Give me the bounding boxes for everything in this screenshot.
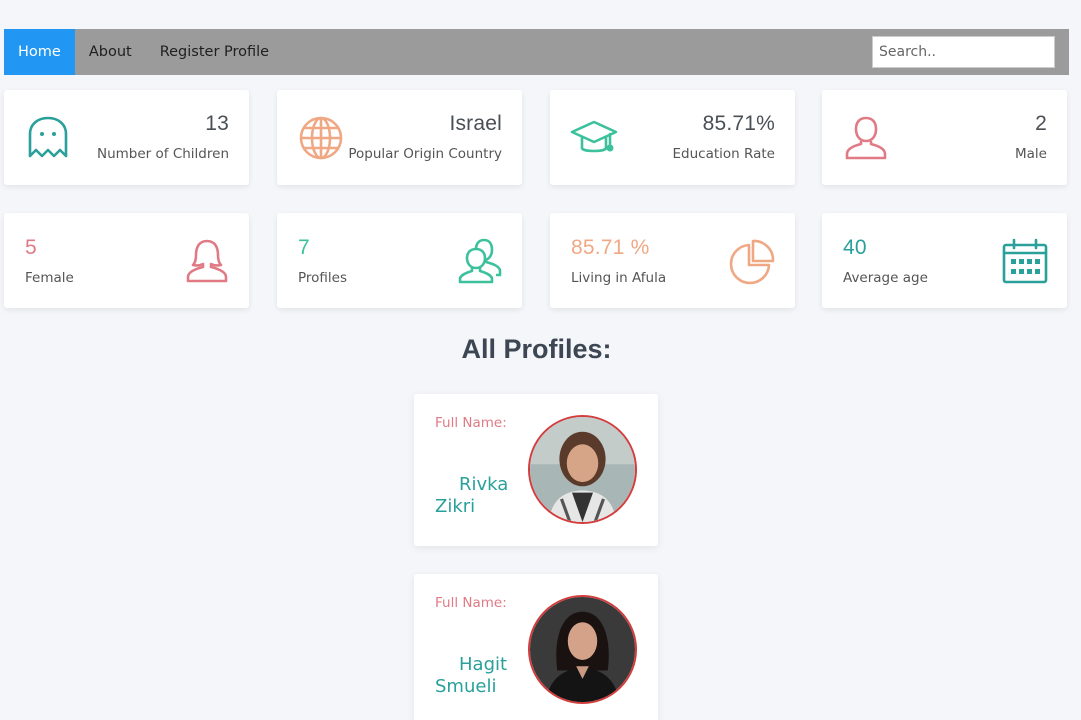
nav-home-link[interactable]: Home [4, 29, 75, 75]
stat-label: Male [1015, 146, 1047, 162]
stat-label: Profiles [298, 270, 348, 286]
stat-value: 85.71% [702, 112, 775, 135]
stat-value: Israel [449, 112, 502, 135]
stat-value: 13 [205, 112, 229, 135]
stat-label: Average age [843, 270, 928, 286]
stat-value: 2 [1035, 112, 1047, 135]
stat-label: Education Rate [672, 146, 775, 162]
full-name-label: Full Name: [435, 415, 507, 431]
profile-card[interactable]: Full Name: Rivka Zikri [414, 394, 658, 546]
profile-card[interactable]: Full Name: Hagit Smueli [414, 574, 658, 720]
stat-value: 85.71 % [571, 236, 650, 259]
graduation-cap-icon [570, 120, 618, 153]
avatar-photo [530, 417, 635, 522]
avatar [528, 415, 637, 524]
stat-value: 5 [25, 236, 37, 259]
stat-card-origin-country: Israel Popular Origin Country [277, 90, 522, 185]
stat-card-male: 2 Male [822, 90, 1067, 185]
users-icon [458, 238, 502, 284]
ghost-icon [28, 116, 68, 158]
calendar-icon [1002, 238, 1048, 284]
stat-label: Female [25, 270, 74, 286]
stat-value: 40 [843, 236, 867, 259]
profile-name: Rivka Zikri [435, 474, 509, 517]
search-input[interactable] [872, 36, 1055, 68]
user-icon [845, 116, 887, 160]
stat-card-children: 13 Number of Children [4, 90, 249, 185]
all-profiles-heading: All Profiles: [461, 334, 612, 364]
stat-card-female: 5 Female [4, 213, 249, 308]
nav-register-profile-link[interactable]: Register Profile [146, 29, 283, 75]
top-navbar: Home About Register Profile [4, 29, 1069, 75]
nav-about-link[interactable]: About [75, 29, 146, 75]
stat-label: Living in Afula [571, 270, 667, 286]
avatar-photo [530, 597, 635, 702]
stat-value: 7 [298, 236, 310, 259]
stat-card-living-in-afula: 85.71 % Living in Afula [550, 213, 795, 308]
stat-card-average-age: 40 Average age [822, 213, 1067, 308]
stat-card-profiles: 7 Profiles [277, 213, 522, 308]
avatar [528, 595, 637, 704]
stat-label: Number of Children [97, 146, 229, 162]
globe-icon [299, 116, 343, 160]
profile-name: Hagit Smueli [435, 654, 508, 697]
stat-card-education-rate: 85.71% Education Rate [550, 90, 795, 185]
stat-label: Popular Origin Country [348, 146, 502, 162]
female-user-icon [186, 239, 228, 283]
pie-chart-icon [729, 239, 775, 285]
full-name-label: Full Name: [435, 595, 507, 611]
